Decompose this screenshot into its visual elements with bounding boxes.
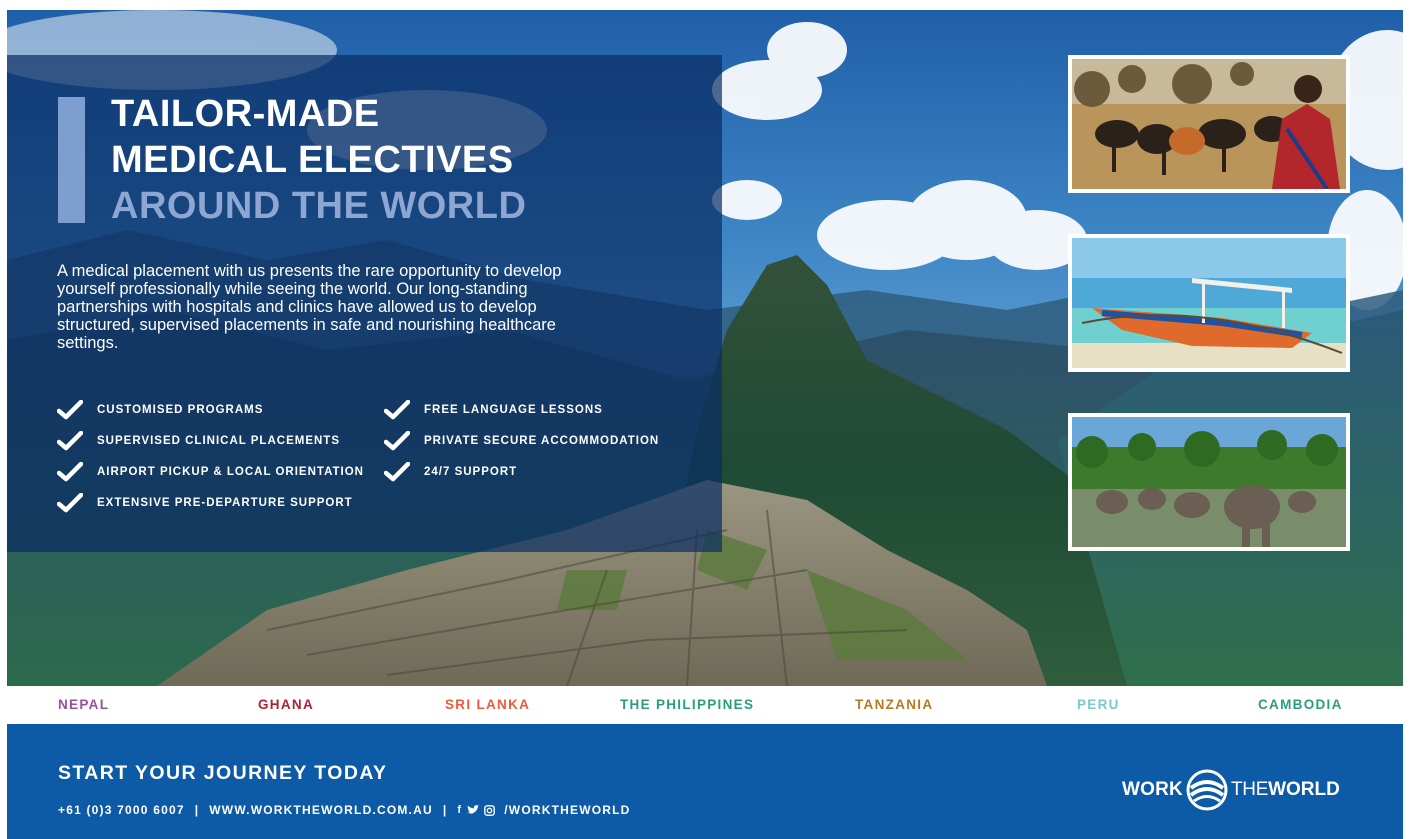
feature-label: CUSTOMISED PROGRAMS (97, 404, 264, 416)
work-the-world-logo[interactable]: WORK THE WORLD (1122, 768, 1340, 812)
advertisement: TAILOR-MADE MEDICAL ELECTIVES AROUND THE… (0, 0, 1409, 839)
feature-item: FREE LANGUAGE LESSONS (384, 400, 603, 420)
social-handle[interactable]: /WORKTHEWORLD (504, 803, 630, 817)
feature-item: 24/7 SUPPORT (384, 462, 517, 482)
headline-line-2: MEDICAL ELECTIVES (111, 139, 514, 181)
separator: | (442, 803, 448, 817)
accent-bar (58, 97, 85, 223)
feature-label: AIRPORT PICKUP & LOCAL ORIENTATION (97, 466, 364, 478)
country-nepal: NEPAL (58, 697, 110, 712)
country-peru: PERU (1077, 697, 1120, 712)
feature-item: PRIVATE SECURE ACCOMMODATION (384, 431, 659, 451)
country-philippines: THE PHILIPPINES (620, 697, 755, 712)
photo-sri-lanka-elephants (1068, 413, 1350, 551)
feature-item: EXTENSIVE PRE-DEPARTURE SUPPORT (57, 493, 353, 513)
instagram-icon[interactable] (484, 804, 496, 816)
country-ghana: GHANA (258, 697, 314, 712)
facebook-icon[interactable]: f (457, 804, 462, 816)
logo-word-the: THE (1230, 779, 1269, 800)
logo-word-world: WORLD (1268, 779, 1340, 800)
checkmark-icon (384, 462, 410, 482)
intro-paragraph: A medical placement with us presents the… (57, 262, 562, 352)
checkmark-icon (57, 431, 83, 451)
cta-heading: START YOUR JOURNEY TODAY (58, 762, 388, 784)
feature-label: FREE LANGUAGE LESSONS (424, 404, 603, 416)
checkmark-icon (57, 493, 83, 513)
feature-label: EXTENSIVE PRE-DEPARTURE SUPPORT (97, 497, 353, 509)
separator: | (194, 803, 200, 817)
country-cambodia: CAMBODIA (1258, 697, 1343, 712)
website-link[interactable]: WWW.WORKTHEWORLD.COM.AU (209, 803, 433, 817)
country-sri-lanka: SRI LANKA (445, 697, 531, 712)
checkmark-icon (57, 400, 83, 420)
photo-tanzania-cattle (1068, 55, 1350, 193)
twitter-icon[interactable] (467, 805, 480, 815)
photo-philippines-boat (1068, 234, 1350, 372)
footer: START YOUR JOURNEY TODAY +61 (0)3 7000 6… (7, 724, 1403, 839)
feature-item: SUPERVISED CLINICAL PLACEMENTS (57, 431, 340, 451)
checkmark-icon (57, 462, 83, 482)
feature-item: AIRPORT PICKUP & LOCAL ORIENTATION (57, 462, 364, 482)
checkmark-icon (384, 400, 410, 420)
logo-word-work: WORK (1122, 779, 1183, 800)
checkmark-icon (384, 431, 410, 451)
feature-label: SUPERVISED CLINICAL PLACEMENTS (97, 435, 340, 447)
feature-label: PRIVATE SECURE ACCOMMODATION (424, 435, 660, 447)
globe-icon (1186, 769, 1228, 811)
feature-item: CUSTOMISED PROGRAMS (57, 400, 263, 420)
headline-line-1: TAILOR-MADE (111, 93, 380, 135)
feature-label: 24/7 SUPPORT (424, 466, 518, 478)
country-list: NEPAL GHANA SRI LANKA THE PHILIPPINES TA… (0, 686, 1409, 724)
contact-line: +61 (0)3 7000 6007 | WWW.WORKTHEWORLD.CO… (58, 803, 631, 817)
country-tanzania: TANZANIA (855, 697, 934, 712)
headline-line-3: AROUND THE WORLD (111, 185, 527, 227)
phone-number[interactable]: +61 (0)3 7000 6007 (58, 803, 185, 817)
intro-panel: TAILOR-MADE MEDICAL ELECTIVES AROUND THE… (7, 55, 722, 552)
